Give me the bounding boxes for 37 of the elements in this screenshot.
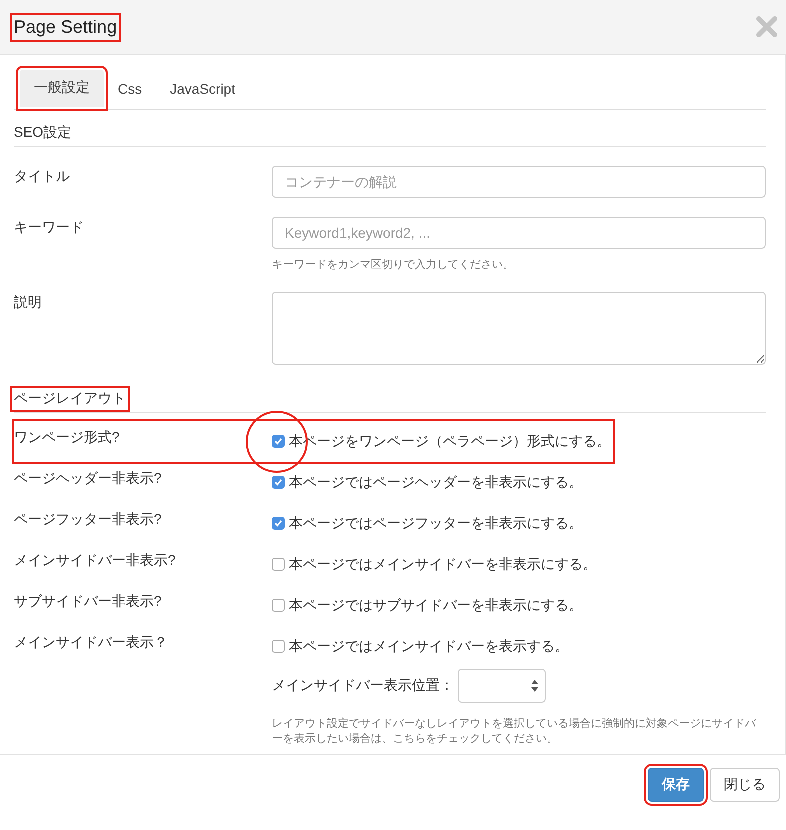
help-text: キーワードをカンマ区切りで入力してください。 [272,258,515,273]
checkbox-label: 本ページではメインサイドバーを表示する。 [289,638,569,656]
checkbox-label: 本ページではサブサイドバーを非表示にする。 [289,596,583,615]
checkbox[interactable] [272,476,285,490]
option-label: ワンページ形式? [14,428,121,448]
option-label: ページフッター非表示? [14,510,163,530]
sort-arrows-icon [531,679,539,694]
checkbox[interactable] [272,517,285,530]
close-icon[interactable] [756,16,778,38]
option-label: メインサイドバー表示？ [14,633,169,652]
checkbox[interactable] [272,599,285,612]
field-label: キーワード [14,218,85,237]
check-icon [274,519,283,528]
checkbox[interactable] [272,558,285,572]
check-icon [274,437,283,446]
checkbox[interactable] [272,435,285,448]
option-label: メインサイドバー非表示? [14,551,177,570]
tab[interactable]: Css [104,72,156,107]
option-label: ページヘッダー非表示? [14,469,163,488]
option-label: サブサイドバー非表示? [14,592,163,612]
close-button[interactable]: 閉じる [710,768,780,802]
tab[interactable]: 一般設定 [20,70,104,107]
select-field[interactable] [458,669,546,704]
checkbox-label: 本ページではページフッターを非表示にする。 [289,514,583,533]
tab[interactable]: JavaScript [156,72,250,107]
field-label: 説明 [14,293,43,312]
checkbox[interactable] [272,640,285,654]
help-text: レイアウト設定でサイドバーなしレイアウトを選択している場合に強制的に対象ページにサイドバーを表示したい場合は、こちらをチェックしてください。 [272,717,758,747]
input-field[interactable]: コンテナーの解説 [272,166,766,198]
input-field[interactable]: Keyword1,keyword2, ... [272,217,766,249]
field-label: タイトル [14,167,71,186]
check-icon [274,478,283,488]
checkbox-label: 本ページではページヘッダーを非表示にする。 [289,474,583,492]
section-heading: SEO設定 [14,124,72,142]
checkbox-label: 本ページではメインサイドバーを非表示にする。 [289,556,597,574]
description-field[interactable] [272,292,766,366]
select-label: メインサイドバー表示位置： [272,677,454,696]
